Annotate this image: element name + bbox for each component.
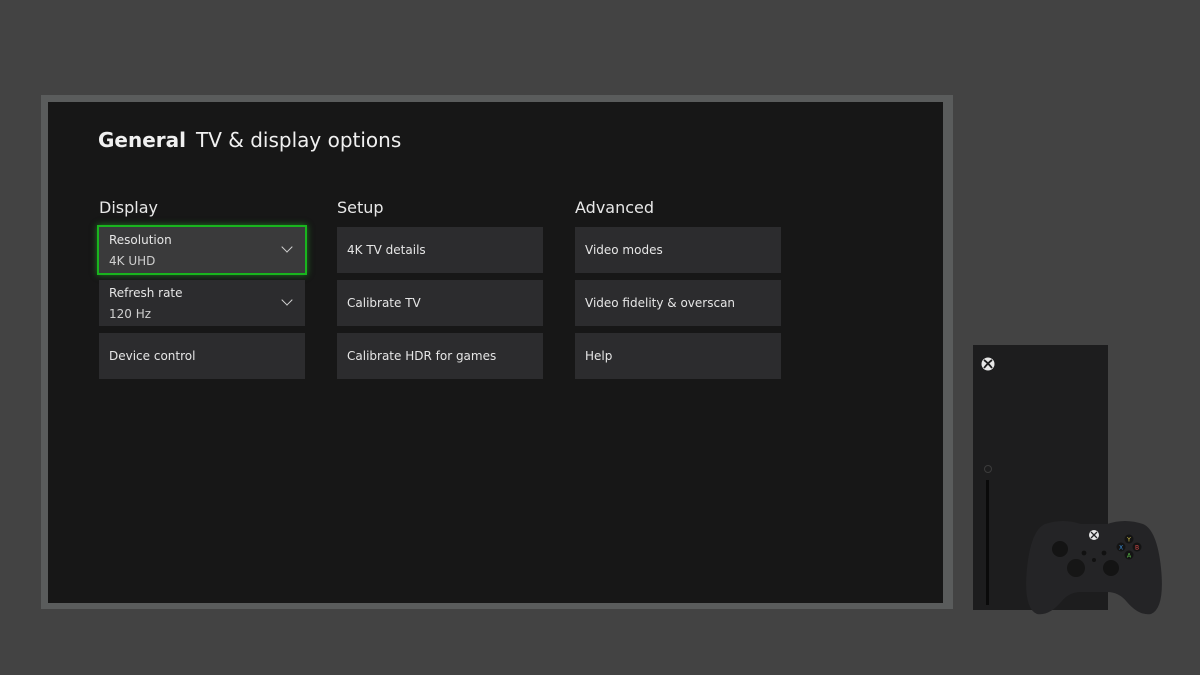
resolution-value: 4K UHD — [109, 254, 156, 268]
display-column: Display Resolution 4K UHD Refresh rate 1… — [97, 198, 307, 386]
tv-screen: General TV & display options Display Reso… — [48, 102, 943, 603]
help-label: Help — [585, 349, 613, 363]
share-button — [1092, 558, 1096, 562]
video-modes-label: Video modes — [585, 243, 663, 257]
advanced-column: Advanced Video modes Video fidelity & ov… — [575, 199, 781, 386]
b-button-label: B — [1135, 545, 1139, 552]
device-control-button[interactable]: Device control — [99, 333, 305, 379]
page-title: General TV & display options — [98, 128, 401, 152]
video-modes-button[interactable]: Video modes — [575, 227, 781, 273]
power-indicator — [984, 465, 992, 473]
page-title-text: TV & display options — [196, 128, 402, 152]
display-header: Display — [99, 198, 158, 217]
xbox-logo-icon — [981, 357, 995, 371]
refresh-rate-label: Refresh rate — [109, 286, 183, 300]
disc-slot — [986, 480, 989, 605]
menu-button — [1101, 550, 1107, 556]
dpad — [1067, 559, 1085, 577]
calibrate-hdr-button[interactable]: Calibrate HDR for games — [337, 333, 543, 379]
y-button-label: Y — [1126, 537, 1131, 544]
video-fidelity-label: Video fidelity & overscan — [585, 296, 736, 310]
setup-column: Setup 4K TV details Calibrate TV Calibra… — [337, 199, 543, 386]
advanced-header: Advanced — [575, 198, 655, 217]
resolution-dropdown[interactable]: Resolution 4K UHD — [97, 225, 307, 275]
left-stick — [1052, 541, 1068, 557]
resolution-label: Resolution — [109, 233, 172, 247]
calibrate-tv-button[interactable]: Calibrate TV — [337, 280, 543, 326]
refresh-rate-dropdown[interactable]: Refresh rate 120 Hz — [99, 280, 305, 326]
page-section-name: General — [98, 128, 186, 152]
video-fidelity-button[interactable]: Video fidelity & overscan — [575, 280, 781, 326]
calibrate-tv-label: Calibrate TV — [347, 296, 421, 310]
view-button — [1081, 550, 1087, 556]
refresh-rate-value: 120 Hz — [109, 307, 152, 321]
x-button-label: X — [1119, 545, 1123, 552]
xbox-controller-image: Y X B A — [1026, 521, 1162, 615]
setup-header: Setup — [337, 198, 384, 217]
device-control-label: Device control — [109, 349, 196, 363]
chevron-down-icon — [281, 294, 293, 306]
help-button[interactable]: Help — [575, 333, 781, 379]
4k-tv-details-label: 4K TV details — [347, 243, 426, 257]
right-stick — [1103, 560, 1119, 576]
chevron-down-icon — [281, 241, 293, 253]
calibrate-hdr-label: Calibrate HDR for games — [347, 349, 497, 363]
4k-tv-details-button[interactable]: 4K TV details — [337, 227, 543, 273]
